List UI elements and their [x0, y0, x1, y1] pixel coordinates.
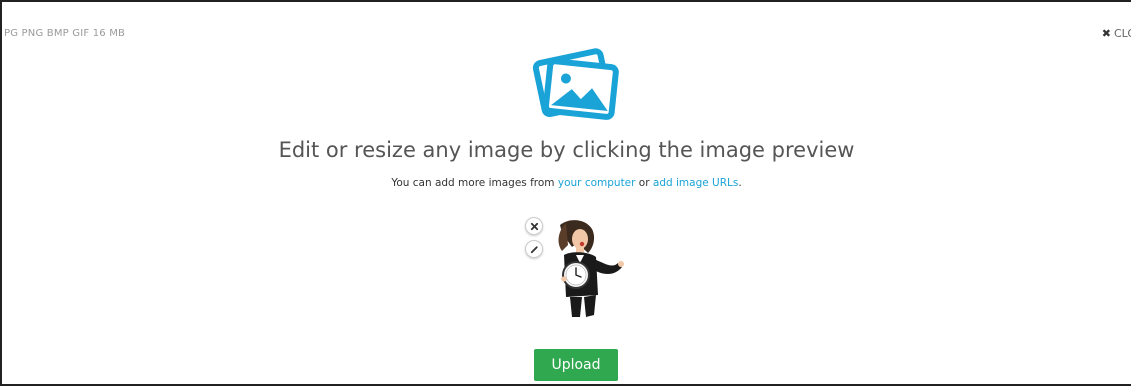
image-preview[interactable] — [542, 217, 628, 319]
sub-prefix: You can add more images from — [391, 177, 558, 189]
remove-icon — [530, 222, 538, 230]
page-title: Edit or resize any image by clicking the… — [278, 138, 855, 162]
edit-image-button[interactable] — [525, 240, 543, 258]
pencil-icon — [530, 245, 538, 253]
images-icon — [532, 48, 619, 120]
remove-image-button[interactable] — [525, 217, 543, 235]
upload-dialog: PG PNG BMP GIF 16 MB ✖CLOS Edit or resiz… — [0, 0, 1131, 386]
supported-formats-text: PG PNG BMP GIF 16 MB — [4, 28, 126, 39]
your-computer-link[interactable]: your computer — [558, 177, 636, 189]
upload-button[interactable]: Upload — [534, 349, 618, 381]
sub-suffix: . — [738, 177, 742, 189]
add-more-images-text: You can add more images from your comput… — [2, 177, 1131, 189]
close-label: CLOS — [1113, 27, 1131, 40]
close-button[interactable]: ✖CLOS — [1102, 27, 1131, 40]
add-image-urls-link[interactable]: add image URLs — [653, 177, 738, 189]
close-icon: ✖ — [1101, 27, 1111, 40]
sub-middle: or — [635, 177, 653, 189]
